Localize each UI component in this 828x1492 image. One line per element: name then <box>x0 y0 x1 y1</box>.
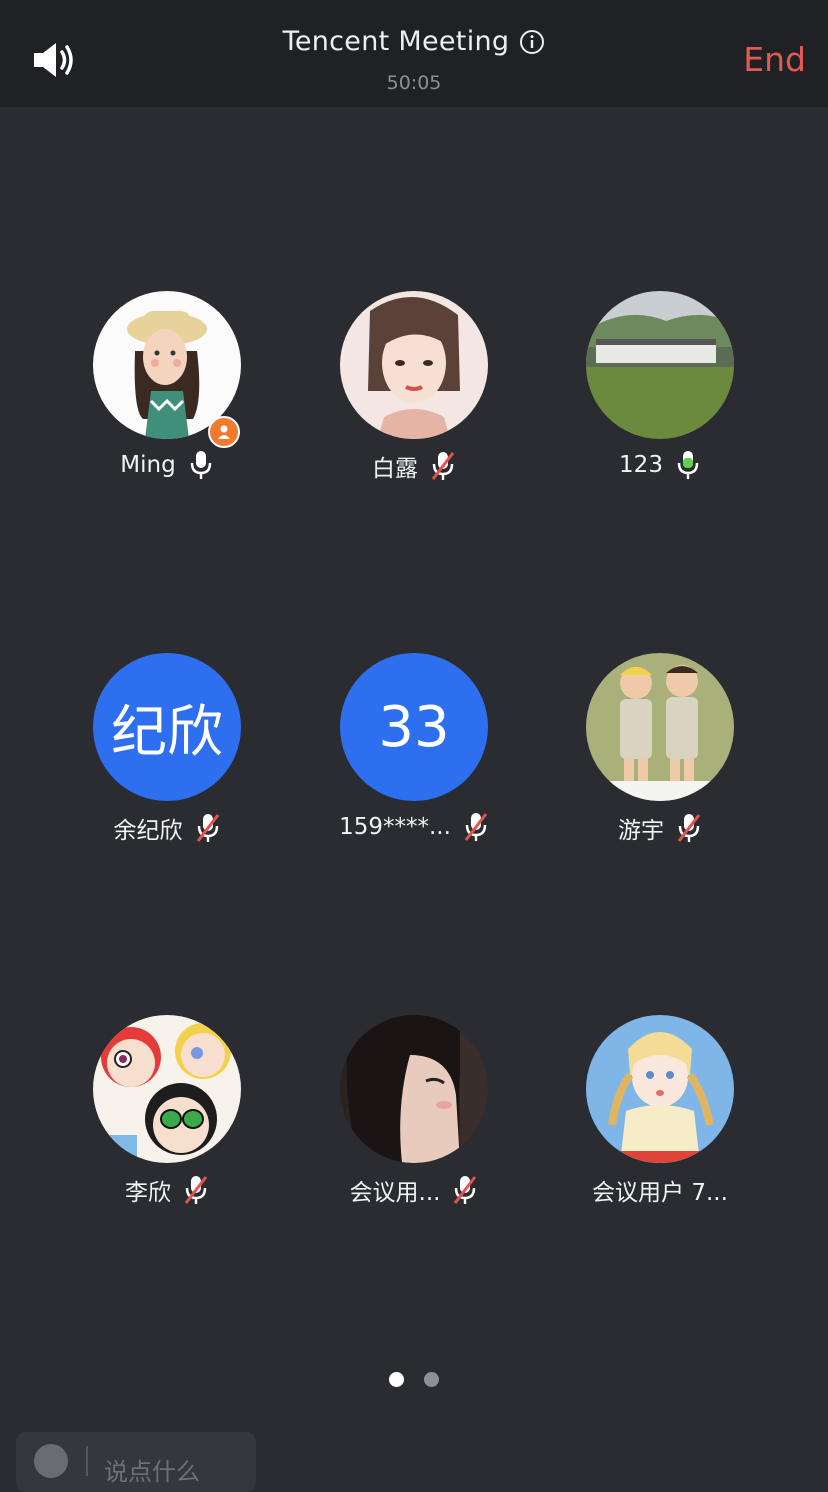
page-dot-1[interactable] <box>389 1372 404 1387</box>
meeting-title-row: Tencent Meeting <box>0 26 828 57</box>
participant-tile[interactable]: 纪欣 余纪欣 <box>52 653 282 853</box>
participant-tile[interactable]: 白露 <box>299 291 529 491</box>
microphone-icon <box>190 451 211 479</box>
host-badge-icon <box>208 416 240 448</box>
participant-tile[interactable]: 游宇 <box>545 653 775 853</box>
participant-tile[interactable]: 会议用户 7... <box>545 1015 775 1215</box>
microphone-muted-icon <box>454 1176 477 1204</box>
participant-name-row: Ming <box>52 449 282 481</box>
participant-name-row: 会议用户 7... <box>545 1173 775 1207</box>
avatar <box>586 653 734 801</box>
participant-name-row: 李欣 <box>52 1173 282 1207</box>
avatar <box>586 291 734 439</box>
microphone-muted-icon <box>464 813 488 841</box>
avatar <box>93 1015 241 1163</box>
page-dot-2[interactable] <box>424 1372 439 1387</box>
avatar <box>340 291 488 439</box>
participant-name: 会议用户 7... <box>592 1180 728 1206</box>
meeting-title: Tencent Meeting <box>282 26 510 57</box>
page-indicator <box>0 1372 828 1387</box>
participant-name-row: 会议用... <box>299 1173 529 1207</box>
microphone-muted-icon <box>431 452 455 480</box>
participant-name: 白露 <box>372 456 418 482</box>
text-avatar: 纪欣 <box>93 653 241 801</box>
top-bar: Tencent Meeting 50:05 End <box>0 0 828 107</box>
participant-name: 159****... <box>339 814 451 840</box>
chat-placeholder: 说点什么 <box>104 1458 200 1486</box>
participant-name: 游宇 <box>618 818 664 844</box>
microphone-muted-icon <box>677 814 701 842</box>
avatar <box>340 1015 488 1163</box>
participant-tile[interactable]: Ming <box>52 291 282 491</box>
microphone-icon <box>677 451 699 479</box>
microphone-muted-icon <box>184 1176 208 1204</box>
emoji-icon[interactable] <box>34 1444 68 1478</box>
participant-name-row: 白露 <box>299 449 529 483</box>
participant-tile[interactable]: 会议用... <box>299 1015 529 1215</box>
participant-name: 余纪欣 <box>113 818 183 844</box>
participant-name-row: 游宇 <box>545 811 775 845</box>
participant-tile[interactable]: 33 159****... <box>299 653 529 853</box>
participant-name: 李欣 <box>125 1180 171 1206</box>
participant-name-row: 159****... <box>299 811 529 843</box>
participant-name: Ming <box>120 452 176 478</box>
participant-name-row: 余纪欣 <box>52 811 282 845</box>
meeting-timer: 50:05 <box>386 72 442 94</box>
info-icon[interactable] <box>519 29 545 55</box>
participant-tile[interactable]: 李欣 <box>52 1015 282 1215</box>
participant-name: 123 <box>619 452 663 478</box>
chat-input[interactable]: 说点什么 <box>16 1432 256 1492</box>
microphone-muted-icon <box>196 814 219 842</box>
participant-name-row: 123 <box>545 449 775 481</box>
text-avatar: 33 <box>340 653 488 801</box>
avatar <box>586 1015 734 1163</box>
participant-name: 会议用... <box>349 1180 441 1206</box>
end-meeting-button[interactable]: End <box>743 40 806 79</box>
participant-tile[interactable]: 123 <box>545 291 775 491</box>
